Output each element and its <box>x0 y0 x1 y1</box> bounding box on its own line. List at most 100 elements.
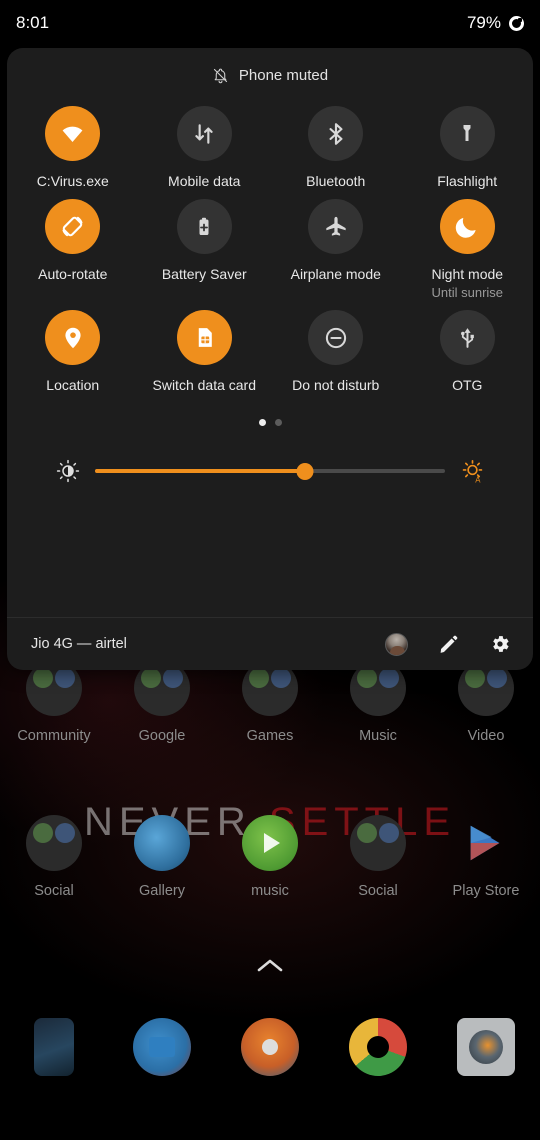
tile-flashlight[interactable]: Flashlight <box>402 106 534 189</box>
page-indicator <box>7 419 533 427</box>
tile-wifi[interactable]: C:Virus.exe <box>7 106 139 189</box>
brightness-auto-glyph: A <box>462 459 482 484</box>
tile-do-not-disturb-circle[interactable] <box>308 310 364 366</box>
tile-night-mode[interactable]: Night mode Until sunrise <box>402 199 534 300</box>
tile-otg[interactable]: OTG <box>402 310 534 393</box>
app-icon-video[interactable]: Video <box>432 660 540 744</box>
tile-mobile-data-circle[interactable] <box>176 106 232 161</box>
dock-item-maps[interactable] <box>216 1018 324 1076</box>
tile-auto-rotate[interactable]: Auto-rotate <box>7 199 139 300</box>
folder-icon <box>26 815 82 871</box>
tile-wifi-circle[interactable] <box>45 106 101 161</box>
tile-label: OTG <box>452 377 483 394</box>
brightness-fill <box>95 469 305 474</box>
phone-muted-status: Phone muted <box>7 48 533 96</box>
app-icon-social-2[interactable]: Social <box>324 815 432 899</box>
quick-settings-tiles: C:Virus.exe Mobile data Bluetooth Flashl… <box>7 96 533 403</box>
dock-item-phone[interactable] <box>0 1018 108 1076</box>
user-avatar[interactable] <box>385 632 408 656</box>
tile-switch-data-card-circle[interactable] <box>176 310 232 366</box>
bell-muted-icon <box>213 68 227 83</box>
bluetooth-icon <box>329 122 343 145</box>
tile-battery-saver[interactable]: Battery Saver <box>139 199 271 300</box>
page-dot-1[interactable] <box>258 419 266 427</box>
tile-do-not-disturb[interactable]: Do not disturb <box>270 310 402 393</box>
app-label: Social <box>34 883 74 899</box>
mobile-data-icon <box>195 123 213 144</box>
auto-rotate-icon <box>62 216 83 237</box>
app-label: Gallery <box>139 883 185 899</box>
tile-location-circle[interactable] <box>45 310 101 366</box>
app-label: Video <box>467 728 505 744</box>
play-store-icon <box>458 815 514 871</box>
app-icon-gallery[interactable]: Gallery <box>108 815 216 899</box>
sim-card-icon <box>198 328 212 348</box>
music-app-icon <box>242 815 298 871</box>
camera-app-icon <box>457 1018 515 1076</box>
app-icon-community[interactable]: Community <box>0 660 108 744</box>
tile-row-1: C:Virus.exe Mobile data Bluetooth Flashl… <box>7 106 533 189</box>
brightness-thumb[interactable] <box>296 462 314 480</box>
tile-mobile-data[interactable]: Mobile data <box>139 106 271 189</box>
tile-label: Switch data card <box>152 377 257 394</box>
do-not-disturb-icon <box>325 327 346 348</box>
chrome-app-icon <box>349 1018 407 1076</box>
tile-row-2: Auto-rotate Battery Saver Airplane mode … <box>7 199 533 300</box>
app-icon-music[interactable]: music <box>216 815 324 899</box>
app-label: Play Store <box>452 883 520 899</box>
maps-app-icon <box>241 1018 299 1076</box>
tile-airplane-mode[interactable]: Airplane mode <box>270 199 402 300</box>
tile-label: Do not disturb <box>292 377 380 394</box>
tile-bluetooth-circle[interactable] <box>308 106 364 161</box>
app-icon-google[interactable]: Google <box>108 660 216 744</box>
battery-plus-icon <box>199 217 209 235</box>
home-app-row-2: Social Gallery music Social Play Store <box>0 815 540 899</box>
play-store-glyph <box>470 825 500 861</box>
tile-auto-rotate-circle[interactable] <box>45 199 101 255</box>
status-bar-time: 8:01 <box>16 13 50 32</box>
tile-bluetooth[interactable]: Bluetooth <box>270 106 402 189</box>
brightness-low-icon <box>53 459 83 483</box>
settings-button[interactable] <box>489 633 511 655</box>
tile-otg-circle[interactable] <box>439 310 495 366</box>
tile-label: C:Virus.exe <box>36 173 109 189</box>
dock-item-messages[interactable] <box>108 1018 216 1076</box>
app-icon-social-1[interactable]: Social <box>0 815 108 899</box>
tile-flashlight-circle[interactable] <box>439 106 495 161</box>
app-icon-games[interactable]: Games <box>216 660 324 744</box>
moon-icon <box>456 217 476 238</box>
tile-night-mode-circle[interactable] <box>439 199 495 255</box>
brightness-auto-icon[interactable]: A <box>457 459 487 484</box>
brightness-slider[interactable] <box>95 461 445 481</box>
dock-item-chrome[interactable] <box>324 1018 432 1076</box>
brightness-low-glyph <box>56 460 80 483</box>
status-bar-right: 79% <box>467 13 524 33</box>
tile-sublabel: Until sunrise <box>431 285 504 301</box>
folder-icon <box>350 815 406 871</box>
app-icon-play-store[interactable]: Play Store <box>432 815 540 899</box>
tile-row-3: Location Switch data card Do not disturb… <box>7 310 533 393</box>
phone-screen: NEVER SETTLE Community Google Games Musi… <box>0 0 540 1140</box>
quick-settings-panel: Phone muted C:Virus.exe Mobile data Blue… <box>7 48 533 670</box>
app-label: Music <box>359 728 397 744</box>
status-bar: 8:01 79% <box>0 0 540 46</box>
app-drawer-handle[interactable] <box>0 955 540 977</box>
tile-airplane-mode-circle[interactable] <box>308 199 364 255</box>
carrier-label: Jio 4G — airtel <box>31 636 127 652</box>
battery-percent-label: 79% <box>466 13 501 32</box>
flashlight-icon <box>463 124 471 141</box>
dock-item-camera[interactable] <box>432 1018 540 1076</box>
brightness-control: A <box>7 448 533 494</box>
tile-battery-saver-circle[interactable] <box>176 199 232 255</box>
app-icon-music-folder[interactable]: Music <box>324 660 432 744</box>
tile-switch-data-card[interactable]: Switch data card <box>139 310 271 393</box>
tile-label: Airplane mode <box>290 266 381 283</box>
gear-icon <box>493 636 509 652</box>
wifi-icon <box>62 126 83 142</box>
airplane-icon <box>326 216 346 236</box>
edit-tiles-button[interactable] <box>438 634 459 655</box>
tile-label: Location <box>46 377 100 394</box>
tile-location[interactable]: Location <box>7 310 139 393</box>
battery-circle-icon <box>509 15 524 31</box>
page-dot-2[interactable] <box>274 419 282 427</box>
